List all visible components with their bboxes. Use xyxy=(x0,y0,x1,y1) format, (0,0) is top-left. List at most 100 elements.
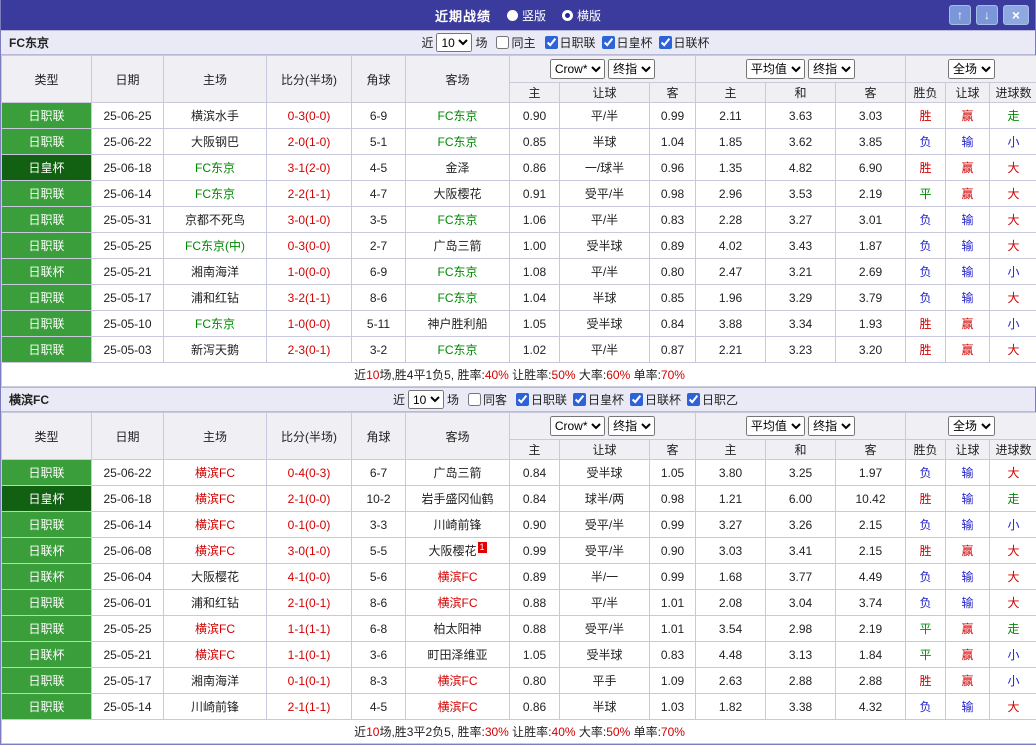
cell-odds-away: 0.99 xyxy=(650,103,696,129)
col-header-result-handicap: 让球 xyxy=(946,83,990,103)
cell-away-team[interactable]: 柏太阳神 xyxy=(406,616,510,642)
league-label: 日皇杯 xyxy=(588,391,624,408)
cell-away-team[interactable]: 广岛三箭 xyxy=(406,233,510,259)
cell-score: 2-3(0-1) xyxy=(267,337,352,363)
league-filter[interactable]: 日职联 xyxy=(545,34,596,51)
cell-home-team[interactable]: 川崎前锋 xyxy=(164,694,267,720)
odds-stage-select[interactable]: 终指 xyxy=(608,59,655,79)
cell-away-team[interactable]: 横滨FC xyxy=(406,668,510,694)
league-checkbox[interactable] xyxy=(573,393,586,406)
cell-home-team[interactable]: 横滨FC xyxy=(164,642,267,668)
same-side-filter[interactable]: 同主 xyxy=(496,34,535,51)
league-checkbox[interactable] xyxy=(602,36,615,49)
cell-odds-away: 1.01 xyxy=(650,590,696,616)
cell-home-team[interactable]: 大阪樱花 xyxy=(164,564,267,590)
bookmaker-select[interactable]: Crow* xyxy=(550,416,605,436)
cell-home-team[interactable]: 横滨FC xyxy=(164,616,267,642)
cell-away-team[interactable]: 横滨FC xyxy=(406,564,510,590)
cell-home-team[interactable]: FC东京 xyxy=(164,155,267,181)
cell-result-goals: 大 xyxy=(990,337,1036,363)
cell-competition: 日职联 xyxy=(2,337,92,363)
cell-home-team[interactable]: 横滨FC xyxy=(164,486,267,512)
cell-away-team[interactable]: 川崎前锋 xyxy=(406,512,510,538)
cell-score: 1-1(1-1) xyxy=(267,616,352,642)
league-checkbox[interactable] xyxy=(516,393,529,406)
cell-away-team[interactable]: 大阪樱花1 xyxy=(406,538,510,564)
league-filter[interactable]: 日职乙 xyxy=(687,391,738,408)
cell-home-team[interactable]: 横滨FC xyxy=(164,460,267,486)
avg-stage-select[interactable]: 终指 xyxy=(808,416,855,436)
same-side-checkbox[interactable] xyxy=(468,393,481,406)
cell-home-team[interactable]: 大阪钢巴 xyxy=(164,129,267,155)
cell-home-team[interactable]: 横滨FC xyxy=(164,538,267,564)
cell-away-team[interactable]: 岩手盛冈仙鹤 xyxy=(406,486,510,512)
cell-home-team[interactable]: 京都不死鸟 xyxy=(164,207,267,233)
league-checkbox[interactable] xyxy=(659,36,672,49)
cell-result-goals: 小 xyxy=(990,512,1036,538)
cell-home-team[interactable]: 横滨FC xyxy=(164,512,267,538)
league-filter[interactable]: 日联杯 xyxy=(630,391,681,408)
same-side-checkbox[interactable] xyxy=(496,36,509,49)
same-side-filter[interactable]: 同客 xyxy=(468,391,507,408)
cell-away-team[interactable]: FC东京 xyxy=(406,285,510,311)
cell-home-team[interactable]: 浦和红钻 xyxy=(164,590,267,616)
cell-home-team[interactable]: 横滨水手 xyxy=(164,103,267,129)
cell-result-handicap: 赢 xyxy=(946,642,990,668)
col-header-result-goals: 进球数 xyxy=(990,440,1036,460)
cell-result-handicap: 赢 xyxy=(946,616,990,642)
radio-horizontal-label: 横版 xyxy=(577,7,601,24)
recent-count-select[interactable]: 10 xyxy=(408,390,444,409)
cell-corners: 3-6 xyxy=(352,642,406,668)
bookmaker-select[interactable]: Crow* xyxy=(550,59,605,79)
cell-away-team[interactable]: 广岛三箭 xyxy=(406,460,510,486)
league-filter[interactable]: 日职联 xyxy=(516,391,567,408)
cell-away-team[interactable]: 大阪樱花 xyxy=(406,181,510,207)
radio-vertical-label: 竖版 xyxy=(522,7,546,24)
col-header-home: 主场 xyxy=(164,413,267,460)
league-checkbox[interactable] xyxy=(545,36,558,49)
cell-away-team[interactable]: FC东京 xyxy=(406,259,510,285)
cell-score: 0-3(0-0) xyxy=(267,103,352,129)
scope-select[interactable]: 全场 xyxy=(948,59,995,79)
odds-stage-select[interactable]: 终指 xyxy=(608,416,655,436)
league-filter[interactable]: 日联杯 xyxy=(659,34,710,51)
cell-away-team[interactable]: FC东京 xyxy=(406,337,510,363)
layout-radio-vertical[interactable]: 竖版 xyxy=(507,7,546,24)
layout-radio-horizontal[interactable]: 横版 xyxy=(562,7,601,24)
cell-away-team[interactable]: 横滨FC xyxy=(406,590,510,616)
avg-stage-select[interactable]: 终指 xyxy=(808,59,855,79)
cell-away-team[interactable]: 横滨FC xyxy=(406,694,510,720)
league-checkbox[interactable] xyxy=(630,393,643,406)
cell-away-team[interactable]: FC东京 xyxy=(406,129,510,155)
league-checkbox[interactable] xyxy=(687,393,700,406)
cell-home-team[interactable]: 湘南海洋 xyxy=(164,668,267,694)
cell-away-team[interactable]: FC东京 xyxy=(406,103,510,129)
scope-select[interactable]: 全场 xyxy=(948,416,995,436)
cell-home-team[interactable]: 湘南海洋 xyxy=(164,259,267,285)
cell-avg-away: 4.32 xyxy=(836,694,906,720)
recent-count-select[interactable]: 10 xyxy=(436,33,472,52)
average-select[interactable]: 平均值 xyxy=(746,59,805,79)
average-select[interactable]: 平均值 xyxy=(746,416,805,436)
scroll-up-button[interactable]: ↑ xyxy=(949,5,971,25)
cell-home-team[interactable]: 新泻天鹅 xyxy=(164,337,267,363)
cell-home-team[interactable]: 浦和红钻 xyxy=(164,285,267,311)
cell-avg-draw: 3.34 xyxy=(766,311,836,337)
section-header: 横滨FC 近 10 场 同客 日职联日皇杯日联杯日职乙 xyxy=(1,387,1035,412)
cell-away-team[interactable]: 神户胜利船 xyxy=(406,311,510,337)
cell-home-team[interactable]: FC东京(中) xyxy=(164,233,267,259)
cell-avg-draw: 3.26 xyxy=(766,512,836,538)
cell-away-team[interactable]: 金泽 xyxy=(406,155,510,181)
cell-away-team[interactable]: 町田泽维亚 xyxy=(406,642,510,668)
cell-away-team[interactable]: FC东京 xyxy=(406,207,510,233)
cell-competition: 日皇杯 xyxy=(2,486,92,512)
league-filter[interactable]: 日皇杯 xyxy=(602,34,653,51)
cell-handicap: 一/球半 xyxy=(560,155,650,181)
close-button[interactable]: × xyxy=(1003,5,1029,25)
scroll-down-button[interactable]: ↓ xyxy=(976,5,998,25)
cell-score: 1-1(0-1) xyxy=(267,642,352,668)
league-filter[interactable]: 日皇杯 xyxy=(573,391,624,408)
cell-home-team[interactable]: FC东京 xyxy=(164,181,267,207)
cell-home-team[interactable]: FC东京 xyxy=(164,311,267,337)
cell-corners: 4-5 xyxy=(352,155,406,181)
